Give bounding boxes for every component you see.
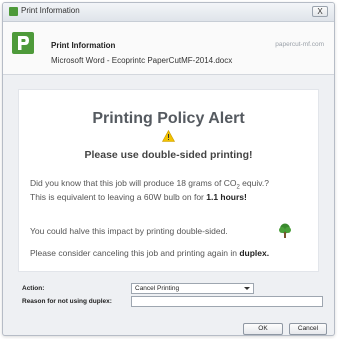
duplex-text: Please consider canceling this job and p… [30, 248, 240, 258]
papercut-logo-icon [12, 32, 34, 54]
ok-button[interactable]: OK [243, 323, 283, 335]
action-select-value: Cancel Printing [135, 285, 180, 292]
co2-text: Did you know that this job will produce … [30, 178, 237, 188]
equivalence-message: This is equivalent to leaving a 60W bulb… [30, 192, 247, 202]
document-name: Microsoft Word - Ecoprintc PaperCutMF-20… [51, 56, 233, 65]
header-title: Print Information [51, 41, 116, 50]
action-select[interactable]: Cancel Printing [131, 283, 254, 294]
policy-alert-panel: Printing Policy Alert Please use double-… [18, 89, 319, 272]
chevron-down-icon [244, 287, 250, 290]
equivalence-hours: 1.1 hours! [206, 192, 247, 202]
alert-title: Printing Policy Alert [92, 110, 245, 127]
app-icon [9, 7, 18, 16]
close-button[interactable]: X [312, 6, 328, 17]
warning-icon [162, 130, 175, 142]
halve-impact-message: You could halve this impact by printing … [30, 226, 228, 236]
co2-message: Did you know that this job will produce … [30, 178, 269, 191]
action-label: Action: [22, 285, 45, 292]
title-bar: Print Information X [3, 3, 334, 22]
brand-url: papercut-mf.com [275, 41, 324, 48]
alert-subtitle: Please use double-sided printing! [84, 149, 253, 161]
equivalence-text: This is equivalent to leaving a 60W bulb… [30, 192, 207, 202]
cancel-button[interactable]: Cancel [289, 323, 327, 335]
window-title: Print Information [21, 6, 80, 15]
header-panel: Print Information Microsoft Word - Ecopr… [3, 22, 334, 75]
tree-icon [279, 223, 291, 238]
print-information-window: Print Information X Print Information Mi… [2, 2, 335, 336]
reason-label: Reason for not using duplex: [22, 298, 112, 305]
co2-text-end: equiv.? [239, 178, 269, 188]
duplex-word: duplex. [239, 248, 270, 258]
duplex-message: Please consider canceling this job and p… [30, 248, 269, 258]
reason-input[interactable] [131, 296, 323, 307]
